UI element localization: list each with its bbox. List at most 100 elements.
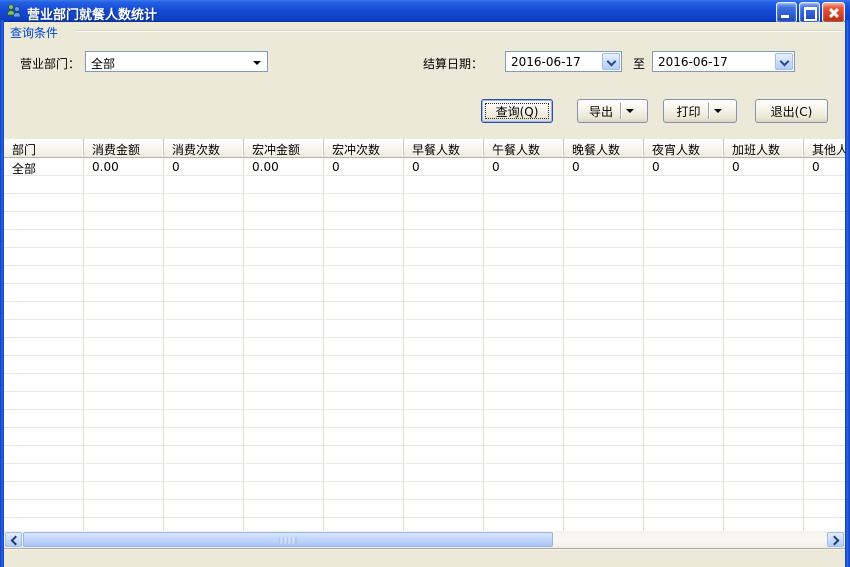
print-split-button[interactable]: 打印: [663, 99, 737, 123]
grid-cell: [804, 464, 845, 482]
grid-cell: [804, 266, 845, 284]
grid-cell: [84, 320, 164, 338]
column-header[interactable]: 加班人数: [724, 139, 804, 157]
grid-cell: [804, 194, 845, 212]
column-header[interactable]: 消费次数: [164, 139, 244, 157]
column-header[interactable]: 宏冲金额: [244, 139, 324, 157]
grid-cell: [484, 194, 564, 212]
chevron-down-icon: [607, 57, 617, 67]
date-from-picker[interactable]: 2016-06-17: [505, 51, 622, 72]
grid-cell: [564, 248, 644, 266]
grid-cell: [244, 320, 324, 338]
horizontal-scrollbar[interactable]: [4, 531, 845, 548]
table-row[interactable]: 全部0.0000.000000000: [4, 158, 845, 176]
grid-cell: [724, 428, 804, 446]
date-label: 结算日期：: [423, 55, 483, 72]
grid-cell: [164, 320, 244, 338]
grid-cell: [164, 194, 244, 212]
grid-cell: [564, 392, 644, 410]
grid-cell: [324, 230, 404, 248]
grid-cell: [804, 428, 845, 446]
title-bar[interactable]: 营业部门就餐人数统计: [0, 0, 850, 22]
grid-cell: [724, 248, 804, 266]
scrollbar-thumb[interactable]: [23, 532, 553, 547]
scroll-right-button[interactable]: [827, 532, 844, 547]
grid-cell: [324, 428, 404, 446]
grid-cell: [244, 248, 324, 266]
chevron-down-icon: [714, 109, 722, 113]
grid-cell: [564, 230, 644, 248]
grid-cell: [84, 266, 164, 284]
grid-cell: [724, 230, 804, 248]
date-to-dropdown-button[interactable]: [775, 53, 793, 70]
grid-cell: [4, 482, 84, 500]
date-to-picker[interactable]: 2016-06-17: [652, 51, 795, 72]
grid-cell: [564, 266, 644, 284]
grid-cell: [564, 374, 644, 392]
exit-button[interactable]: 退出(C): [755, 99, 828, 123]
split-divider: [620, 103, 621, 119]
grid-cell: [724, 266, 804, 284]
grid-cell: [484, 284, 564, 302]
grid-cell: [164, 392, 244, 410]
grid-cell: [484, 212, 564, 230]
query-group-label: 查询条件: [10, 24, 58, 41]
minimize-button[interactable]: [776, 2, 797, 23]
grid-cell: [564, 194, 644, 212]
scroll-left-button[interactable]: [5, 532, 22, 547]
scrollbar-grip: [280, 537, 297, 544]
grid-cell: [644, 464, 724, 482]
grid-cell: [404, 338, 484, 356]
window-controls: [776, 2, 845, 21]
grid-cell: [404, 266, 484, 284]
date-from-value: 2016-06-17: [511, 55, 581, 69]
grid-cell: [164, 464, 244, 482]
column-header[interactable]: 消费金额: [84, 139, 164, 157]
dept-combobox[interactable]: 全部: [85, 51, 268, 72]
grid-body: 全部0.0000.000000000: [4, 158, 845, 531]
grid-cell: [804, 392, 845, 410]
grid-cell: [244, 212, 324, 230]
grid-cell: [804, 374, 845, 392]
grid-cell: [644, 410, 724, 428]
grid-cell: [4, 266, 84, 284]
maximize-button[interactable]: [799, 2, 820, 23]
table-row-empty: [4, 284, 845, 302]
table-row-empty: [4, 302, 845, 320]
grid-cell: [724, 302, 804, 320]
grid-cell: [564, 464, 644, 482]
grid-cell: [84, 248, 164, 266]
export-split-button[interactable]: 导出: [577, 99, 648, 123]
grid-cell: [324, 338, 404, 356]
grid-cell: [4, 356, 84, 374]
grid-cell: [564, 284, 644, 302]
results-grid: 部门消费金额消费次数宏冲金额宏冲次数早餐人数午餐人数晚餐人数夜宵人数加班人数其他…: [4, 139, 845, 531]
grid-cell: [164, 482, 244, 500]
grid-cell: [4, 500, 84, 518]
table-row-empty: [4, 410, 845, 428]
grid-cell: [4, 230, 84, 248]
column-header[interactable]: 宏冲次数: [324, 139, 404, 157]
column-header[interactable]: 其他人数: [804, 139, 845, 157]
column-header[interactable]: 早餐人数: [404, 139, 484, 157]
grid-cell: 0: [324, 158, 404, 176]
grid-cell: [404, 176, 484, 194]
window-border-right: [845, 20, 850, 567]
grid-cell: [404, 230, 484, 248]
app-window: 营业部门就餐人数统计 查询条件 营业部门： 全部 结算日期： 2016-06-1…: [0, 0, 850, 567]
query-button[interactable]: 查询(Q): [481, 99, 553, 123]
date-from-dropdown-button[interactable]: [602, 53, 620, 70]
grid-cell: [644, 446, 724, 464]
grid-cell: [324, 446, 404, 464]
grid-cell: [324, 482, 404, 500]
close-button[interactable]: [822, 2, 845, 23]
column-header[interactable]: 晚餐人数: [564, 139, 644, 157]
grid-cell: [164, 176, 244, 194]
grid-cell: [324, 320, 404, 338]
column-header[interactable]: 午餐人数: [484, 139, 564, 157]
grid-cell: [484, 176, 564, 194]
grid-cell: [564, 518, 644, 531]
column-header[interactable]: 夜宵人数: [644, 139, 724, 157]
column-header[interactable]: 部门: [4, 139, 84, 157]
grid-cell: [4, 410, 84, 428]
